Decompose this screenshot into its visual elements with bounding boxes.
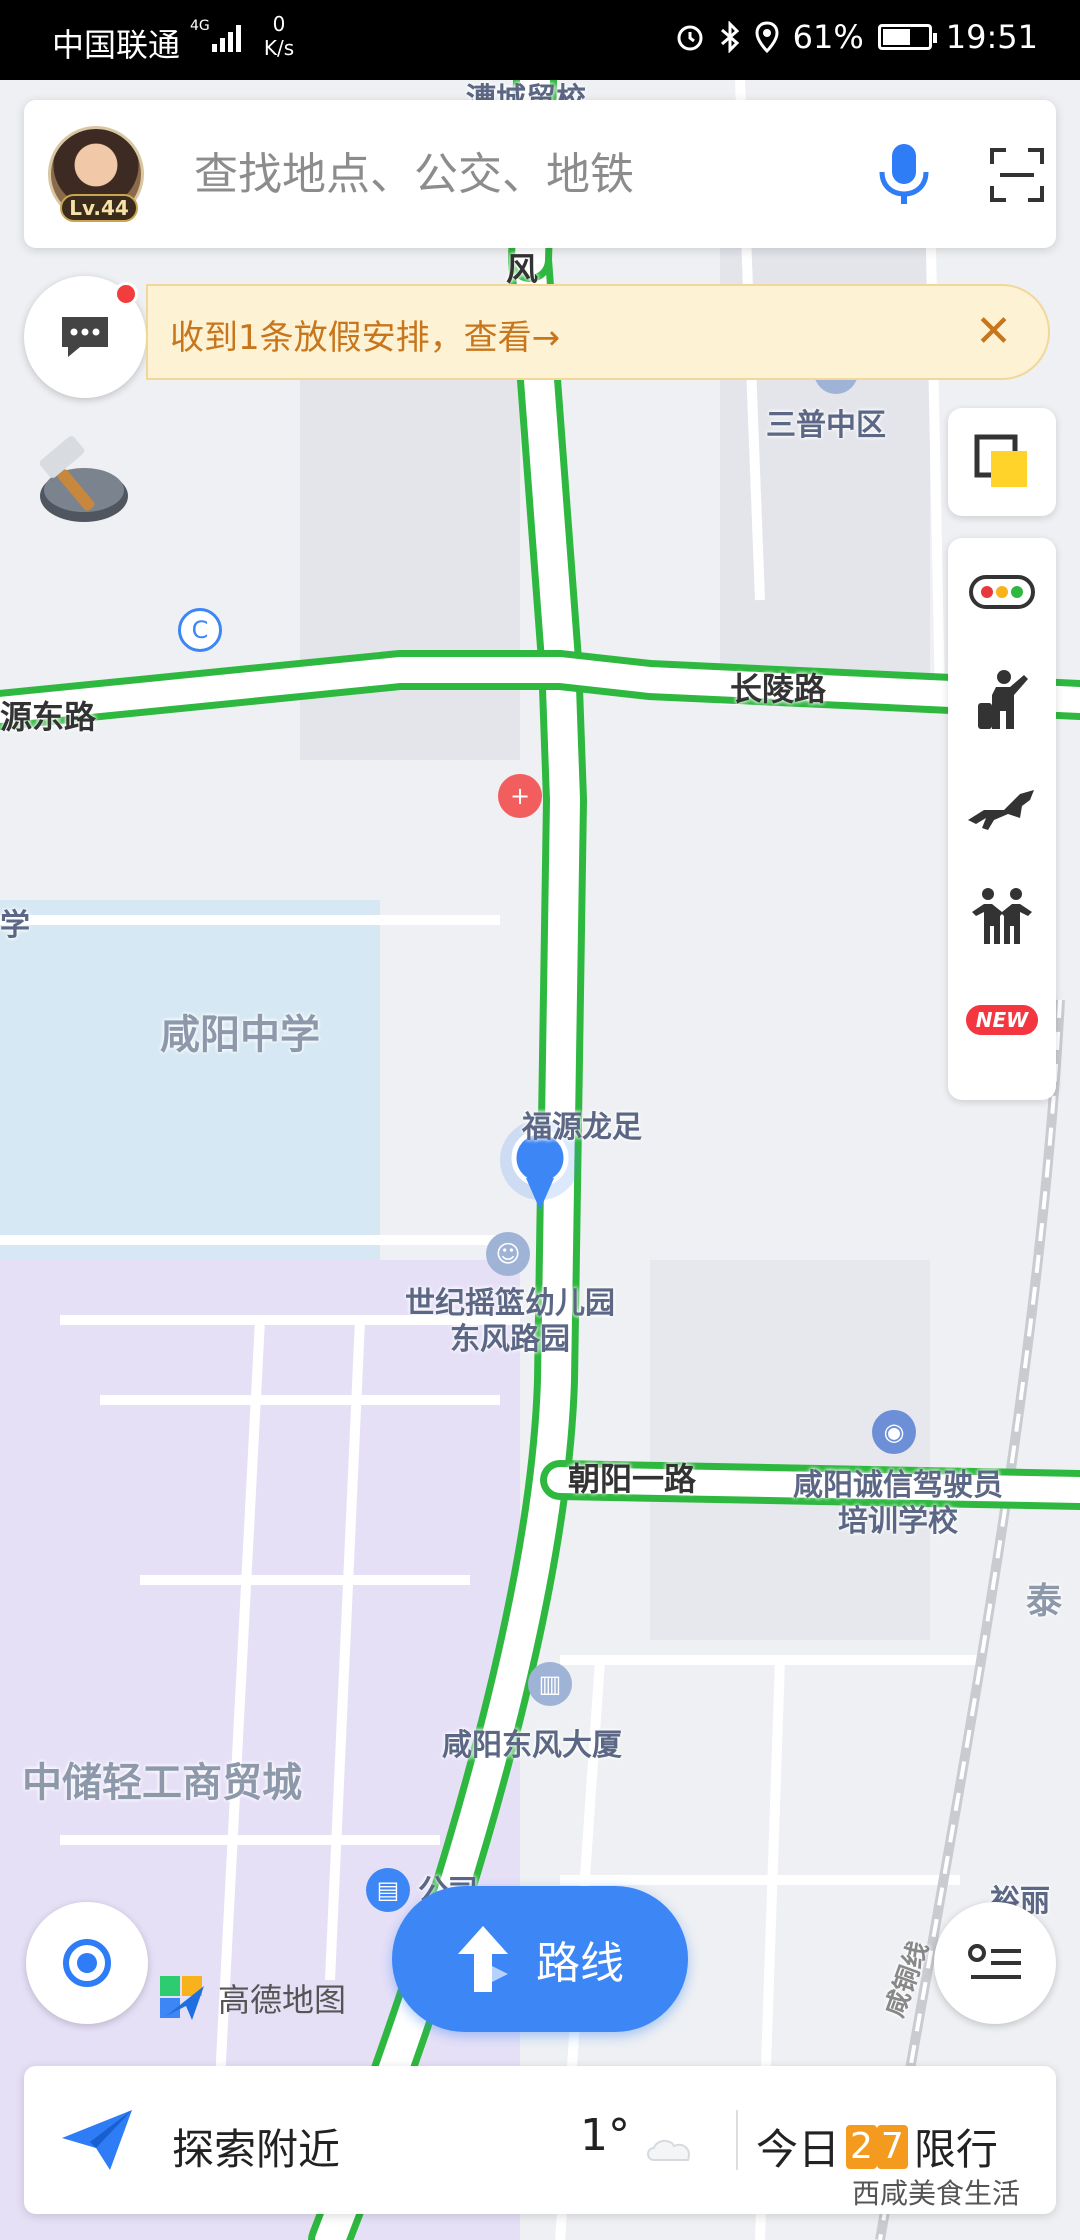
horse-icon bbox=[968, 790, 1034, 830]
locate-me-button[interactable] bbox=[26, 1902, 148, 2024]
bottom-bar-divider bbox=[736, 2110, 738, 2170]
horse-tool[interactable] bbox=[948, 754, 1056, 862]
map-label-fuyuan[interactable]: 福源龙足 bbox=[522, 1102, 642, 1146]
layers-icon bbox=[974, 434, 1027, 487]
locate-icon bbox=[63, 1939, 111, 1987]
two-people-icon bbox=[972, 888, 1032, 944]
search-bar[interactable]: Lv.44 bbox=[24, 100, 1056, 248]
pedestrian-tool[interactable] bbox=[948, 646, 1056, 754]
map-label-kindergarten[interactable]: 世纪摇篮幼儿园东风路园 bbox=[400, 1286, 620, 1358]
route-arrow-icon bbox=[458, 1926, 508, 1992]
logo-text: 高德地图 bbox=[218, 1981, 347, 2019]
holiday-notice-banner[interactable]: 收到1条放假安排，查看→ ✕ bbox=[146, 284, 1050, 380]
hospital-poi-icon[interactable]: + bbox=[498, 774, 542, 818]
person-guide-icon bbox=[978, 670, 1028, 729]
watermark: 西咸美食生活 bbox=[852, 2177, 1021, 2210]
clock: 19:51 bbox=[945, 18, 1038, 56]
bank-poi-icon[interactable]: C bbox=[178, 608, 222, 652]
message-button[interactable] bbox=[24, 276, 146, 398]
amap-logo-icon bbox=[160, 1976, 204, 2020]
explore-nearby-icon[interactable] bbox=[60, 2108, 134, 2172]
building-poi-icon[interactable]: ▥ bbox=[528, 1662, 572, 1706]
favorites-list-button[interactable] bbox=[934, 1902, 1056, 2024]
carrier-name: 中国联通 bbox=[52, 26, 181, 64]
list-icon bbox=[968, 1944, 1021, 1979]
map-label-driving-school[interactable]: 咸阳诚信驾驶员培训学校 bbox=[786, 1468, 1010, 1540]
user-level-badge: Lv.44 bbox=[60, 194, 138, 222]
map-label-xue: 学 bbox=[0, 908, 30, 943]
map-tools-panel: NEW bbox=[948, 538, 1056, 1100]
driving-school-poi-icon[interactable]: ◉ bbox=[872, 1410, 916, 1454]
chat-bubble-icon bbox=[62, 317, 108, 357]
traffic-light-icon bbox=[969, 575, 1035, 609]
network-type: 4G bbox=[190, 18, 210, 34]
companion-tool[interactable] bbox=[948, 862, 1056, 970]
signal-icon bbox=[212, 25, 241, 52]
new-feature-tool[interactable]: NEW bbox=[948, 970, 1056, 1070]
new-badge: NEW bbox=[965, 1005, 1039, 1035]
microphone-icon[interactable] bbox=[874, 142, 934, 206]
amap-logo: 高德地图 bbox=[158, 1972, 346, 2024]
traffic-toggle[interactable] bbox=[948, 538, 1056, 646]
location-icon bbox=[755, 21, 779, 53]
road-label-chaoyang: 朝阳一路 bbox=[568, 1460, 697, 1498]
road-label-yuandong: 源东路 bbox=[0, 698, 97, 736]
map-label-tai: 泰 bbox=[1026, 1581, 1063, 1622]
bluetooth-icon bbox=[720, 21, 739, 53]
battery-icon bbox=[877, 24, 937, 50]
unread-dot bbox=[114, 282, 138, 306]
restricted-digit-1: 2 bbox=[846, 2124, 877, 2169]
explore-nearby-button[interactable]: 探索附近 bbox=[172, 2116, 340, 2177]
school-area bbox=[0, 900, 380, 1280]
notice-text[interactable]: 收到1条放假安排，查看→ bbox=[170, 310, 560, 359]
network-speed: 0 K/s bbox=[263, 12, 295, 60]
map-label-xianyang-school[interactable]: 咸阳中学 bbox=[160, 1002, 320, 1060]
map-label-sanpu[interactable]: 三普中区 bbox=[766, 400, 886, 444]
scan-icon[interactable] bbox=[990, 148, 1044, 202]
map-label-dongfeng-tower[interactable]: 咸阳东风大厦 bbox=[442, 1720, 622, 1764]
company-poi-icon[interactable]: ▤ bbox=[366, 1868, 410, 1912]
cloudy-weather-icon bbox=[647, 2140, 690, 2161]
kindergarten-poi-icon[interactable]: ☺ bbox=[486, 1232, 530, 1276]
route-label: 路线 bbox=[536, 1938, 624, 1989]
battery-percent: 61% bbox=[792, 18, 864, 56]
traffic-restriction-info[interactable]: 今日 2 7 限行 bbox=[756, 2116, 998, 2177]
route-button[interactable]: 路线 bbox=[392, 1886, 688, 2032]
hammer-tool-icon[interactable] bbox=[30, 428, 134, 532]
restricted-digit-2: 7 bbox=[876, 2124, 908, 2169]
alarm-icon bbox=[677, 25, 703, 51]
map-layers-button[interactable] bbox=[948, 408, 1056, 516]
map-label-mall[interactable]: 中储轻工商贸城 bbox=[22, 1750, 302, 1808]
search-input[interactable] bbox=[194, 144, 714, 204]
weather-temperature[interactable]: 1° bbox=[580, 2110, 630, 2161]
notice-close-button[interactable]: ✕ bbox=[975, 308, 1012, 356]
status-bar: 中国联通 4G 0 K/s 61% 19:51 bbox=[0, 0, 1080, 80]
road-label-changling: 长陵路 bbox=[730, 670, 827, 708]
